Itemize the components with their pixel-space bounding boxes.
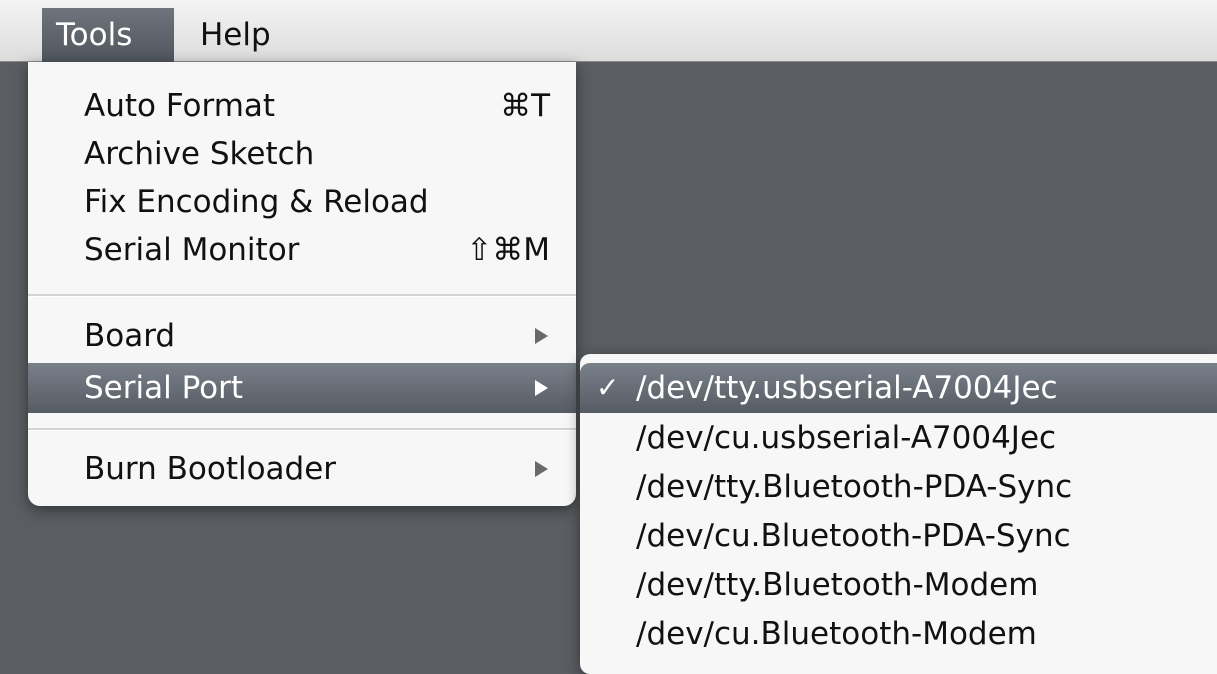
menu-separator	[28, 294, 576, 297]
checkmark-icon: ✓	[596, 371, 620, 404]
submenu-arrow-icon	[535, 380, 548, 396]
port-item-tty-bluetooth-modem[interactable]: /dev/tty.Bluetooth-Modem	[580, 563, 1217, 607]
port-item-label: /dev/tty.Bluetooth-Modem	[636, 567, 1039, 603]
menu-item-auto-format[interactable]: Auto Format ⌘T	[28, 84, 576, 128]
port-item-label: /dev/tty.Bluetooth-PDA-Sync	[636, 469, 1073, 505]
port-item-cu-bluetooth-pda-sync[interactable]: /dev/cu.Bluetooth-PDA-Sync	[580, 514, 1217, 558]
menu-bar: Tools Help	[0, 0, 1217, 62]
menu-item-label: Burn Bootloader	[84, 451, 337, 487]
tools-menu: Auto Format ⌘T Archive Sketch Fix Encodi…	[28, 62, 576, 506]
port-item-label: /dev/cu.usbserial-A7004Jec	[636, 420, 1057, 456]
port-item-label: /dev/cu.Bluetooth-PDA-Sync	[636, 518, 1071, 554]
menu-item-archive-sketch[interactable]: Archive Sketch	[28, 132, 576, 176]
menu-item-label: Board	[84, 318, 176, 354]
menu-item-label: Serial Monitor	[84, 232, 300, 268]
menu-item-label: Fix Encoding & Reload	[84, 184, 429, 220]
menu-item-fix-encoding-reload[interactable]: Fix Encoding & Reload	[28, 180, 576, 224]
shortcut-label: ⌘T	[500, 88, 550, 124]
submenu-arrow-icon	[535, 461, 548, 477]
port-item-label: /dev/cu.Bluetooth-Modem	[636, 616, 1037, 652]
submenu-arrow-icon	[535, 328, 548, 344]
port-item-label: /dev/tty.usbserial-A7004Jec	[636, 370, 1058, 406]
port-item-tty-usbserial[interactable]: ✓ /dev/tty.usbserial-A7004Jec	[580, 363, 1217, 413]
menu-item-label: Serial Port	[84, 370, 244, 406]
menu-separator	[28, 428, 576, 431]
menu-item-serial-monitor[interactable]: Serial Monitor ⇧⌘M	[28, 228, 576, 272]
menu-tools[interactable]: Tools	[42, 8, 174, 62]
menu-item-serial-port[interactable]: Serial Port	[28, 363, 576, 413]
serial-port-submenu: ✓ /dev/tty.usbserial-A7004Jec /dev/cu.us…	[580, 354, 1217, 674]
menu-item-label: Auto Format	[84, 88, 276, 124]
menu-item-burn-bootloader[interactable]: Burn Bootloader	[28, 447, 576, 491]
menu-item-label: Archive Sketch	[84, 136, 315, 172]
port-item-cu-bluetooth-modem[interactable]: /dev/cu.Bluetooth-Modem	[580, 612, 1217, 656]
port-item-tty-bluetooth-pda-sync[interactable]: /dev/tty.Bluetooth-PDA-Sync	[580, 465, 1217, 509]
menu-item-board[interactable]: Board	[28, 314, 576, 358]
menu-help[interactable]: Help	[186, 8, 306, 62]
port-item-cu-usbserial[interactable]: /dev/cu.usbserial-A7004Jec	[580, 416, 1217, 460]
shortcut-label: ⇧⌘M	[466, 232, 550, 268]
